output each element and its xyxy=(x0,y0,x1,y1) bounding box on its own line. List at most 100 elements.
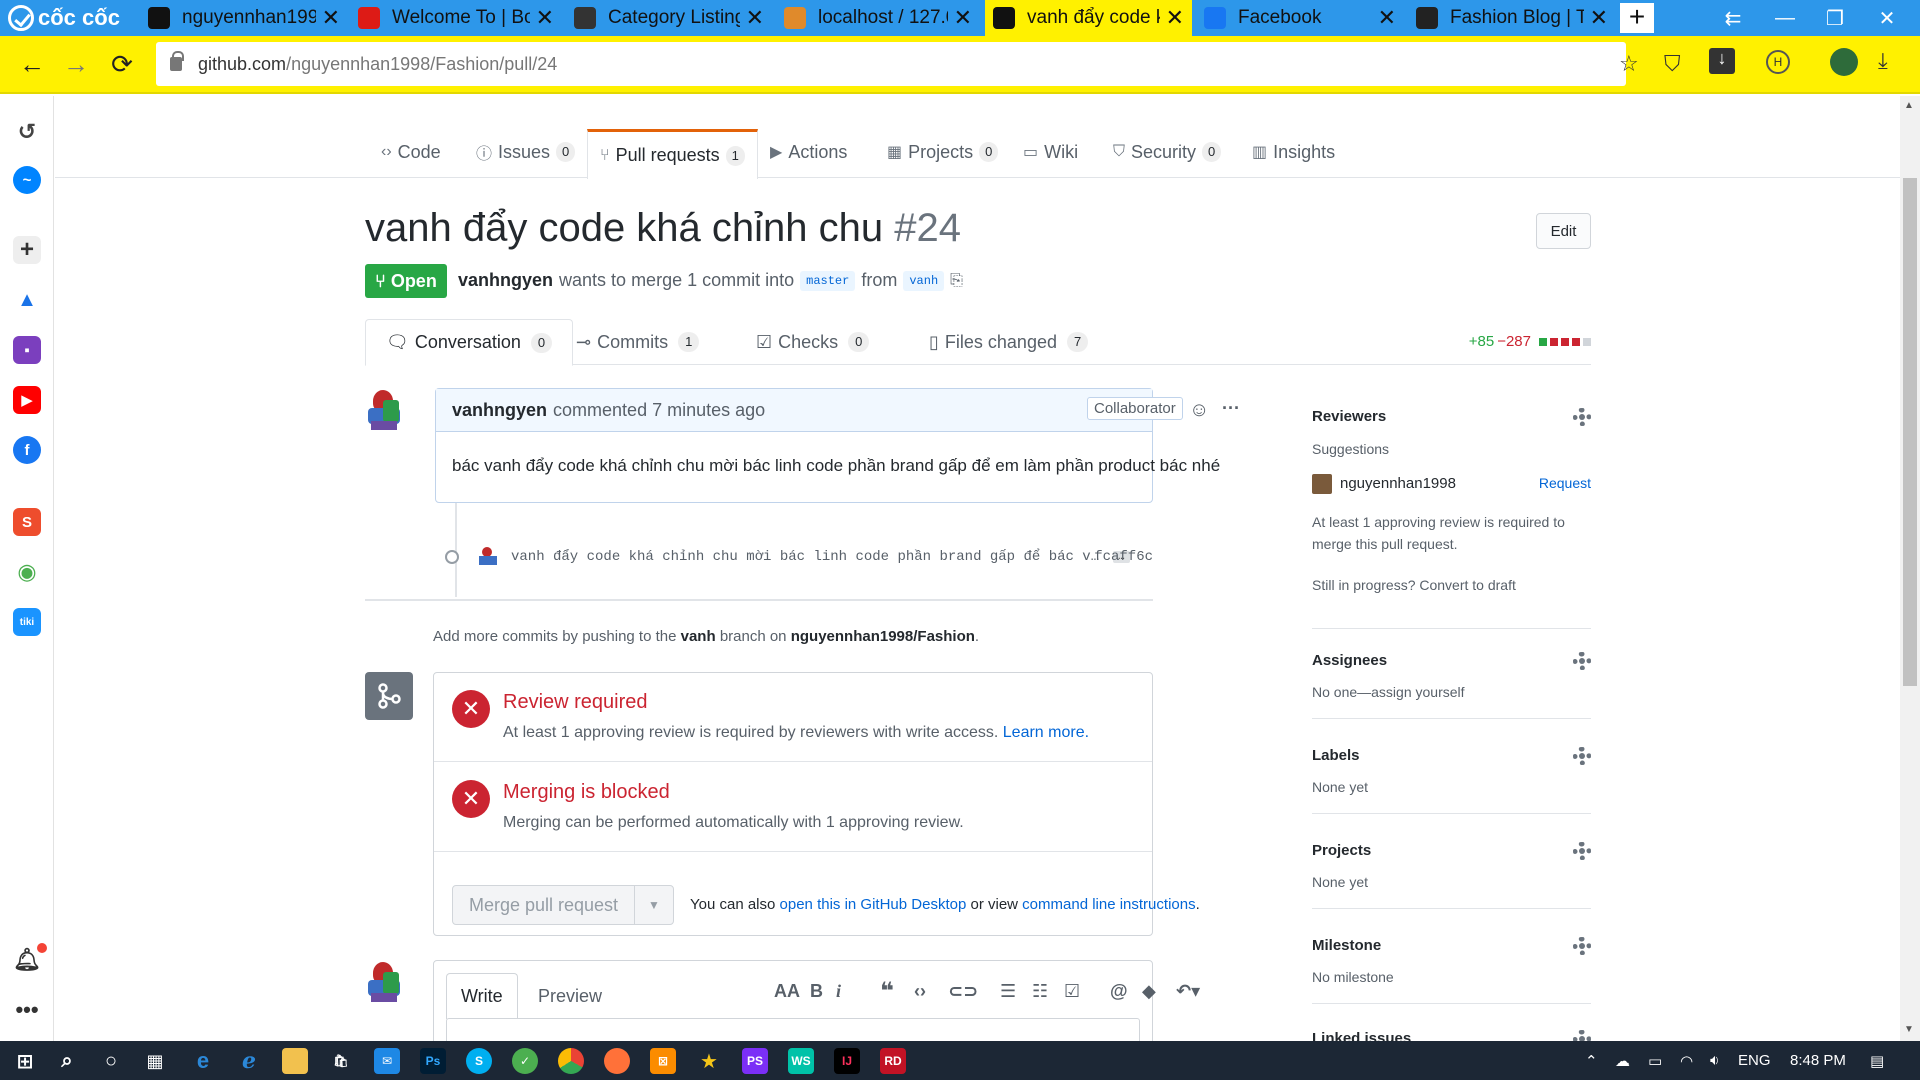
browser-tab[interactable]: Welcome To | Boo ✕ xyxy=(350,0,562,36)
reference-icon[interactable]: ◆ xyxy=(1142,981,1156,1002)
link-icon[interactable]: ⊂⊃ xyxy=(948,981,978,1002)
minimize-button[interactable]: — xyxy=(1760,0,1810,36)
comment-time[interactable]: commented 7 minutes ago xyxy=(553,400,765,421)
github-desktop-link[interactable]: open this in GitHub Desktop xyxy=(780,896,967,913)
add-panel-icon[interactable]: + xyxy=(13,236,41,264)
close-window-button[interactable]: ✕ xyxy=(1862,0,1912,36)
download-arrow-icon[interactable]: ⤓ xyxy=(1878,48,1888,74)
page-scrollbar[interactable]: ▲ ▼ xyxy=(1900,96,1920,1041)
gear-icon[interactable] xyxy=(1573,1030,1591,1041)
cortana-icon[interactable]: ○ xyxy=(98,1048,124,1074)
intellij-icon[interactable]: IJ xyxy=(834,1048,860,1074)
wifi-icon[interactable]: ◠ xyxy=(1680,1052,1693,1070)
history-icon[interactable]: ↺ xyxy=(13,118,41,146)
bold-icon[interactable]: B xyxy=(810,981,823,1002)
browser-brand-logo[interactable]: cốc cốc xyxy=(8,4,120,32)
tiki-icon[interactable]: tiki xyxy=(13,608,41,636)
edge-icon[interactable]: e xyxy=(190,1048,216,1074)
gear-icon[interactable] xyxy=(1573,937,1591,955)
browser-tab[interactable]: localhost / 127.0.0 ✕ xyxy=(776,0,980,36)
browser-tab[interactable]: nguyennhan1998/ ✕ xyxy=(140,0,348,36)
commit-sha[interactable]: fcaff6c xyxy=(1094,549,1153,565)
quote-icon[interactable]: ❝ xyxy=(880,977,894,1006)
gear-icon[interactable] xyxy=(1573,842,1591,860)
task-view-icon[interactable]: ▦ xyxy=(142,1048,168,1074)
windows-start-icon[interactable]: ⊞ xyxy=(12,1048,38,1074)
close-icon[interactable]: ✕ xyxy=(536,5,554,31)
tab-search-icon[interactable]: ⇇ xyxy=(1708,0,1758,36)
avatar[interactable] xyxy=(365,388,405,432)
star-app-icon[interactable]: ★ xyxy=(696,1048,722,1074)
internet-explorer-icon[interactable]: ℯ xyxy=(236,1048,262,1074)
tray-chevron-icon[interactable]: ⌃ xyxy=(1585,1052,1598,1070)
scrollbar-thumb[interactable] xyxy=(1903,178,1917,686)
coccoc-taskbar-icon[interactable]: ✓ xyxy=(512,1048,538,1074)
forward-button[interactable]: → xyxy=(58,46,94,82)
text-size-icon[interactable]: AA xyxy=(774,981,800,1002)
gear-icon[interactable] xyxy=(1573,408,1591,426)
commit-avatar[interactable] xyxy=(479,547,499,567)
avatar[interactable] xyxy=(365,960,405,1004)
copy-icon[interactable]: ⎘ xyxy=(950,272,963,290)
close-icon[interactable]: ✕ xyxy=(1378,5,1396,31)
bulleted-list-icon[interactable]: ☰ xyxy=(1000,981,1016,1002)
merge-pull-request-button[interactable]: Merge pull request ▼ xyxy=(452,885,674,925)
contacts-icon[interactable]: ▪ xyxy=(13,336,41,364)
volume-icon[interactable]: 🔉︎ xyxy=(1710,1052,1719,1069)
messenger-icon[interactable]: ~ xyxy=(13,166,41,194)
request-review-button[interactable]: Request xyxy=(1539,475,1591,491)
tab-wiki[interactable]: ▭ Wiki xyxy=(1023,134,1078,170)
diffstat[interactable]: +85 −287 xyxy=(1469,333,1591,350)
commit-message[interactable]: vanh đẩy code khá chỉnh chu mời bác linh… xyxy=(511,549,1099,565)
tab-write[interactable]: Write xyxy=(446,973,518,1019)
reload-button[interactable]: ⟳ xyxy=(104,46,140,82)
xampp-icon[interactable]: ⊠ xyxy=(650,1048,676,1074)
browser-tab[interactable]: Facebook ✕ xyxy=(1196,0,1404,36)
search-icon[interactable]: ⌕ xyxy=(54,1048,80,1074)
maximize-button[interactable]: ❐ xyxy=(1810,0,1860,36)
tab-preview[interactable]: Preview xyxy=(524,973,616,1019)
scroll-down-icon[interactable]: ▼ xyxy=(1904,1024,1914,1035)
author-link[interactable]: vanhngyen xyxy=(458,270,553,291)
coccoc-green-icon[interactable]: ◉ xyxy=(13,558,41,586)
task-list-icon[interactable]: ☑ xyxy=(1064,981,1080,1002)
youtube-icon[interactable]: ▶ xyxy=(13,386,41,414)
browser-tab[interactable]: Category Listing ✕ xyxy=(566,0,772,36)
command-line-link[interactable]: command line instructions xyxy=(1022,896,1195,913)
webstorm-icon[interactable]: WS xyxy=(788,1048,814,1074)
tab-security[interactable]: ⛉ Security 0 xyxy=(1113,134,1222,170)
convert-to-draft-link[interactable]: Still in progress? Convert to draft xyxy=(1312,577,1591,593)
close-icon[interactable]: ✕ xyxy=(954,5,972,31)
battery-icon[interactable]: ▭ xyxy=(1648,1052,1662,1070)
store-icon[interactable]: 🛍︎ xyxy=(328,1048,354,1074)
base-branch[interactable]: master xyxy=(800,270,856,291)
browser-tab[interactable]: vanh đẩy code khá ✕ xyxy=(985,0,1192,36)
file-explorer-icon[interactable] xyxy=(282,1048,308,1074)
adblock-shield-icon[interactable]: ⛉ xyxy=(1664,51,1681,77)
tab-actions[interactable]: ▶ Actions xyxy=(770,134,847,170)
google-drive-icon[interactable]: ▲ xyxy=(13,286,41,314)
tab-files-changed[interactable]: ▯ Files changed 7 xyxy=(929,319,1089,365)
bookmark-star-icon[interactable]: ☆ xyxy=(1619,51,1639,77)
edit-title-button[interactable]: Edit xyxy=(1536,213,1591,249)
new-tab-button[interactable]: + xyxy=(1620,3,1654,33)
comment-textarea[interactable] xyxy=(446,1018,1140,1041)
tab-conversation[interactable]: 🗨︎ Conversation 0 xyxy=(365,319,574,366)
close-icon[interactable]: ✕ xyxy=(746,5,764,31)
firefox-icon[interactable] xyxy=(604,1048,630,1074)
skype-icon[interactable]: S xyxy=(466,1048,492,1074)
gear-icon[interactable] xyxy=(1573,747,1591,765)
phpstorm-icon[interactable]: PS xyxy=(742,1048,768,1074)
photoshop-icon[interactable]: Ps xyxy=(420,1048,446,1074)
download-icon[interactable]: ↓ xyxy=(1709,48,1735,74)
saved-reply-icon[interactable]: ↶▾ xyxy=(1176,981,1200,1002)
chrome-icon[interactable] xyxy=(558,1048,584,1074)
avatar[interactable] xyxy=(1312,474,1332,494)
tab-projects[interactable]: ▦ Projects 0 xyxy=(887,134,999,170)
address-bar[interactable]: github.com/nguyennhan1998/Fashion/pull/2… xyxy=(156,42,1626,86)
tab-checks[interactable]: ☑ Checks 0 xyxy=(756,319,870,365)
action-center-icon[interactable]: ▤ xyxy=(1870,1052,1884,1070)
kebab-menu-icon[interactable]: ··· xyxy=(1222,398,1240,419)
mail-icon[interactable]: ✉ xyxy=(374,1048,400,1074)
suggested-user[interactable]: nguyennhan1998 xyxy=(1340,475,1456,492)
